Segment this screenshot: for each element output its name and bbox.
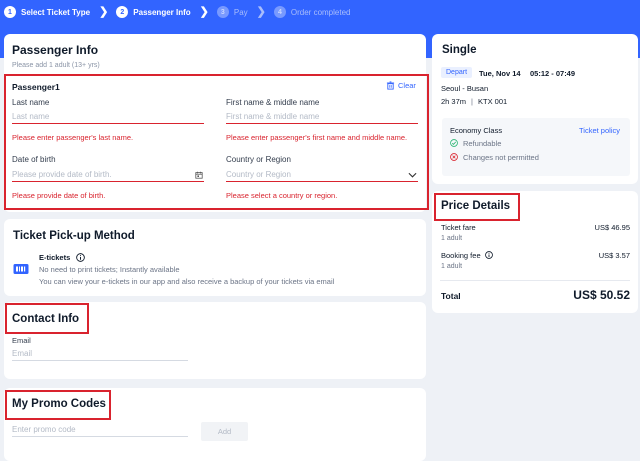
passenger-form-highlight [4, 74, 429, 210]
chevron-right-icon: ❯ [256, 5, 266, 18]
chevron-right-icon: ❯ [199, 5, 209, 18]
ticket-pickup-card: Ticket Pick-up Method E-tickets No need … [4, 219, 426, 296]
total-value: US$ 50.52 [573, 288, 630, 302]
passenger-info-title: Passenger Info [12, 43, 99, 57]
trip-time: 05:12 - 07:49 [530, 69, 576, 78]
trip-duration: 2h 37m [441, 97, 467, 106]
promo-code-input[interactable] [12, 423, 188, 437]
changes-text: Changes not permitted [463, 153, 539, 162]
step-label: Passenger Info [133, 7, 191, 17]
refundable-text: Refundable [463, 139, 502, 148]
ticket-fare-label: Ticket fare [441, 223, 476, 232]
country-error: Please select a country or region. [226, 191, 338, 200]
ticket-policy-link[interactable]: Ticket policy [579, 126, 620, 135]
step-label: Select Ticket Type [21, 7, 91, 17]
separator: | [471, 97, 473, 106]
step-number: 3 [216, 6, 229, 18]
ticket-fare-value: US$ 46.95 [594, 223, 630, 232]
trip-train: KTX 001 [478, 97, 508, 106]
calendar-icon[interactable] [195, 171, 203, 179]
e-ticket-icon [13, 264, 29, 274]
depart-badge: Depart [441, 67, 473, 78]
dob-error: Please provide date of birth. [12, 191, 106, 200]
dob-label: Date of birth [12, 155, 56, 164]
email-input[interactable] [12, 347, 188, 361]
trip-route: Seoul - Busan [441, 84, 489, 93]
chevron-right-icon: ❯ [99, 5, 109, 18]
clear-label: Clear [398, 81, 416, 90]
total-label: Total [441, 291, 461, 301]
add-promo-button[interactable]: Add [201, 422, 248, 441]
first-name-input[interactable] [226, 110, 418, 124]
step-passenger-info: 2 Passenger Info [116, 6, 191, 18]
step-number: 1 [4, 6, 16, 18]
dob-input[interactable] [12, 168, 204, 182]
class-label: Economy Class [450, 126, 503, 135]
trash-icon [386, 81, 395, 90]
check-circle-icon [450, 139, 458, 147]
last-name-input[interactable] [12, 110, 204, 124]
e-tickets-line1: No need to print tickets; Instantly avai… [39, 265, 180, 274]
info-icon[interactable] [76, 252, 85, 262]
step-label: Pay [233, 7, 248, 17]
trip-title: Single [442, 44, 477, 56]
fare-policy-box: Economy Class Ticket policy Refundable C… [442, 118, 630, 176]
ticket-fare-sub: 1 adult [441, 235, 463, 242]
info-icon[interactable] [485, 251, 493, 259]
price-details-card: Price Details Ticket fare US$ 46.95 1 ad… [432, 191, 638, 313]
booking-fee-sub: 1 adult [441, 263, 463, 270]
country-select[interactable] [226, 168, 418, 182]
country-label: Country or Region [226, 155, 291, 164]
x-circle-icon [450, 153, 458, 161]
contact-info-card: Contact Info Email [4, 302, 426, 379]
last-name-error: Please enter passenger's last name. [12, 133, 134, 142]
passenger-note: Please add 1 adult (13+ yrs) [12, 62, 100, 69]
pickup-title: Ticket Pick-up Method [13, 230, 135, 242]
step-select-ticket-type[interactable]: 1 Select Ticket Type [4, 6, 90, 18]
clear-button[interactable]: Clear [386, 81, 416, 90]
step-number: 2 [116, 6, 129, 18]
trip-summary-card: Single Depart Tue, Nov 14 05:12 - 07:49 … [432, 34, 638, 184]
divider [440, 280, 630, 281]
price-title: Price Details [441, 200, 511, 212]
booking-fee-value: US$ 3.57 [598, 251, 630, 260]
last-name-label: Last name [12, 98, 50, 107]
passenger-subtitle: Passenger1 [12, 82, 60, 92]
step-label: Order completed [290, 7, 351, 17]
passenger-info-card: Passenger Info Please add 1 adult (13+ y… [4, 34, 429, 212]
booking-fee-label: Booking fee [441, 251, 481, 260]
step-pay: 3 Pay [216, 6, 248, 18]
promo-codes-card: My Promo Codes Add [4, 388, 426, 461]
first-name-label: First name & middle name [226, 98, 320, 107]
step-number: 4 [273, 6, 286, 18]
chevron-down-icon[interactable] [408, 172, 417, 178]
trip-date: Tue, Nov 14 [479, 69, 521, 78]
first-name-error: Please enter passenger's first name and … [226, 133, 408, 142]
promo-title: My Promo Codes [12, 398, 106, 410]
e-tickets-line2: You can view your e-tickets in our app a… [39, 277, 335, 286]
steps-row: 1 Select Ticket Type ❯ 2 Passenger Info … [4, 5, 350, 19]
e-tickets-title: E-tickets [39, 253, 71, 262]
step-order-completed: 4 Order completed [273, 6, 351, 18]
email-label: Email [12, 336, 31, 345]
contact-title: Contact Info [12, 313, 80, 325]
